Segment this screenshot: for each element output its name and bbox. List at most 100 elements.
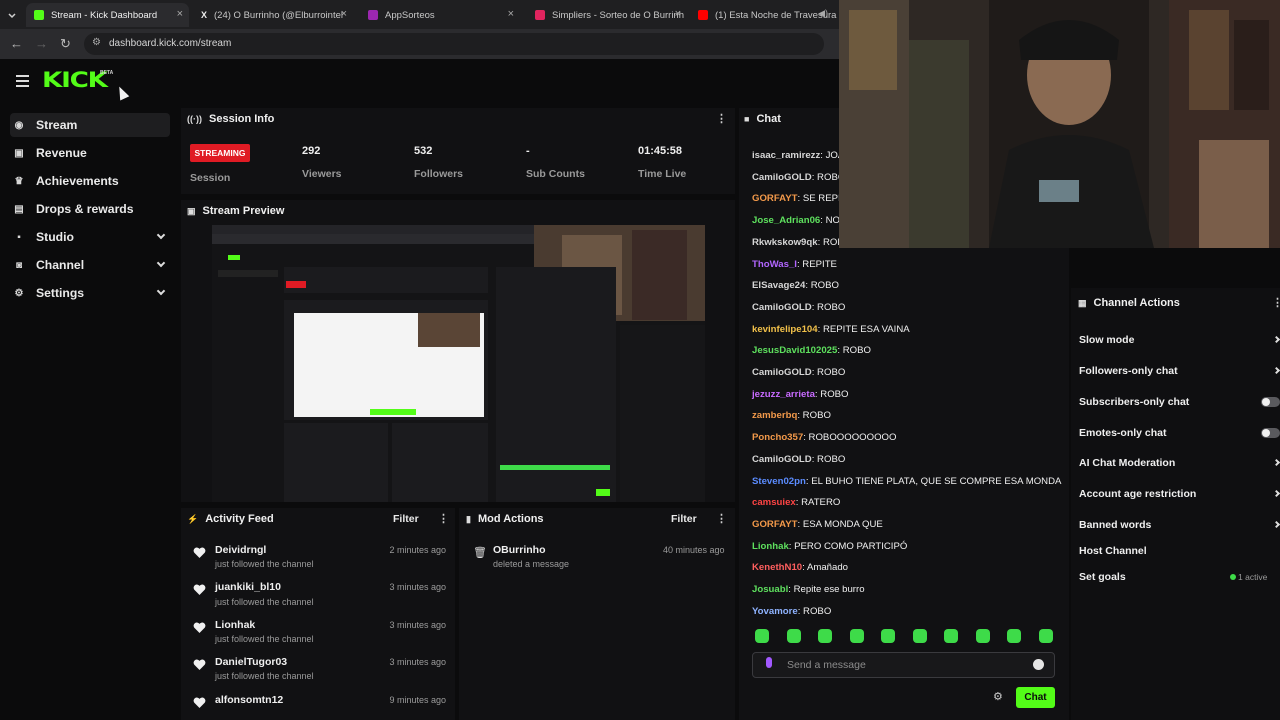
chat-username[interactable]: camsuiex	[752, 497, 796, 508]
browser-tab-appsorteos[interactable]: AppSorteos ×	[360, 3, 520, 27]
chat-username[interactable]: zamberbq	[752, 410, 797, 421]
chat-username[interactable]: CamiloGOLD	[752, 454, 812, 465]
more-options-icon[interactable]: ⋮	[716, 512, 727, 525]
kick-logo[interactable]: KICK	[42, 68, 108, 92]
ai-moderation-setting[interactable]: AI Chat Moderation	[1079, 457, 1175, 469]
beta-label: BETA	[100, 70, 114, 76]
chat-message: ThoWas_I: REPITE	[752, 259, 837, 270]
more-options-icon[interactable]: ⋮	[716, 112, 727, 125]
close-icon[interactable]: ×	[675, 8, 681, 20]
account-age-setting[interactable]: Account age restriction	[1079, 488, 1196, 500]
panel-title: Channel Actions	[1093, 297, 1180, 309]
chat-username[interactable]: Josuabl	[752, 584, 788, 595]
sidebar-item-studio[interactable]: ▪ Studio	[10, 225, 170, 249]
emote-icon[interactable]	[881, 629, 895, 643]
chat-username[interactable]: Poncho357	[752, 432, 803, 443]
emote-icon[interactable]	[1038, 629, 1053, 643]
followers-only-setting[interactable]: Followers-only chat	[1079, 365, 1178, 377]
chat-text: ROBO	[820, 388, 849, 400]
channel-actions-panel	[1071, 288, 1280, 720]
emote-icon[interactable]	[912, 629, 927, 643]
send-chat-button[interactable]: Chat	[1016, 687, 1055, 708]
host-channel-setting[interactable]: Host Channel	[1079, 545, 1147, 557]
more-options-icon[interactable]: ⋮	[438, 512, 449, 525]
browser-tab-kick-dashboard[interactable]: Stream - Kick Dashboard ×	[26, 3, 189, 27]
chat-username[interactable]: isaac_ramirezz	[752, 150, 820, 161]
sidebar-item-settings[interactable]: ⚙ Settings	[10, 281, 170, 305]
panel-title: Chat	[756, 113, 781, 125]
emote-icon[interactable]	[786, 629, 801, 643]
more-options-icon[interactable]: ⋮	[1272, 296, 1280, 309]
chat-username[interactable]: Jose_Adrian06	[752, 215, 820, 226]
address-bar[interactable]: ⚙ dashboard.kick.com/stream	[84, 33, 824, 55]
follow-time: 3 minutes ago	[389, 582, 446, 592]
sidebar-item-revenue[interactable]: ▣ Revenue	[10, 141, 170, 165]
chat-username[interactable]: Steven02pn	[752, 476, 806, 487]
chat-username[interactable]: KenethN10	[752, 562, 802, 573]
emote-icon[interactable]	[755, 629, 769, 643]
chat-username[interactable]: ThoWas_I	[752, 259, 797, 270]
moderator-name[interactable]: OBurrinho	[493, 544, 546, 556]
emote-icon[interactable]	[1007, 629, 1021, 643]
browser-tab-youtube[interactable]: (1) Esta Noche de Travesura ◀)	[690, 3, 838, 27]
chat-text: ROBO	[817, 367, 846, 378]
mod-filter-button[interactable]: Filter	[671, 513, 697, 525]
slow-mode-setting[interactable]: Slow mode	[1079, 334, 1134, 346]
chat-username[interactable]: Rkwkskow9qk	[752, 237, 818, 248]
browser-tab-simpliers[interactable]: Simpliers - Sorteo de O Burrinh ×	[527, 3, 687, 27]
chat-username[interactable]: GORFAYT	[752, 193, 798, 204]
gear-icon[interactable]: ⚙	[993, 690, 1003, 703]
chat-username[interactable]: CamiloGOLD	[752, 367, 812, 378]
emotes-only-toggle[interactable]	[1261, 428, 1280, 438]
chevron-down-icon[interactable]	[156, 230, 166, 240]
chevron-down-icon[interactable]	[156, 286, 166, 296]
sidebar-item-drops[interactable]: ▤ Drops & rewards	[10, 197, 170, 221]
speaker-icon[interactable]: ◀)	[818, 8, 828, 19]
sidebar-item-channel[interactable]: ◙ Channel	[10, 253, 170, 277]
emote-icon[interactable]	[944, 629, 958, 643]
sidebar-item-achievements[interactable]: ♛ Achievements	[10, 169, 170, 193]
chat-username[interactable]: jezuzz_arrieta	[752, 389, 815, 400]
banned-words-setting[interactable]: Banned words	[1079, 519, 1151, 531]
panel-title: Mod Actions	[477, 513, 544, 525]
emoji-icon[interactable]	[1033, 659, 1044, 670]
chat-username[interactable]: CamiloGOLD	[752, 172, 812, 183]
emote-icon[interactable]	[975, 629, 990, 643]
site-settings-icon[interactable]: ⚙	[92, 37, 101, 48]
activity-filter-button[interactable]: Filter	[393, 513, 419, 525]
stream-preview-video[interactable]	[212, 225, 705, 502]
browser-tab-x[interactable]: X (24) O Burrinho (@Elburrointel ×	[193, 3, 353, 27]
simpliers-favicon-icon	[535, 10, 545, 20]
chat-username[interactable]: Lionhak	[752, 541, 789, 552]
chat-text: ESA MONDA QUE	[802, 518, 883, 530]
chat-username[interactable]: ElSavage24	[752, 280, 805, 291]
chat-username[interactable]: kevinfelipe104	[752, 324, 818, 335]
menu-icon[interactable]	[16, 75, 29, 87]
subscribers-only-toggle[interactable]	[1261, 397, 1280, 407]
close-icon[interactable]: ×	[341, 8, 347, 20]
chevron-down-icon[interactable]	[156, 258, 166, 268]
chat-username[interactable]: JesusDavid102025	[752, 345, 837, 356]
emote-icon[interactable]	[818, 629, 832, 643]
chat-username[interactable]: CamiloGOLD	[752, 302, 812, 313]
set-goals-setting[interactable]: Set goals	[1079, 571, 1126, 583]
sidebar-item-label: Studio	[36, 230, 74, 244]
chat-message: GORFAYT: ESA MONDA QUE	[752, 519, 883, 530]
sidebar-item-stream[interactable]: ◉ Stream	[10, 113, 170, 137]
tab-list-chevron-icon[interactable]	[7, 8, 17, 19]
follower-name[interactable]: juankiki_bl10	[215, 581, 281, 593]
close-icon[interactable]: ×	[508, 8, 514, 20]
follower-name[interactable]: alfonsomtn12	[215, 694, 283, 706]
chat-username[interactable]: GORFAYT	[752, 519, 798, 530]
follower-name[interactable]: DanielTugor03	[215, 656, 287, 668]
emote-icon[interactable]	[849, 629, 864, 643]
forward-icon[interactable]: →	[35, 36, 48, 51]
reload-icon[interactable]: ↻	[60, 36, 71, 52]
follower-name[interactable]: Lionhak	[215, 619, 255, 631]
close-icon[interactable]: ×	[177, 8, 183, 20]
follower-name[interactable]: Deividrngl	[215, 544, 266, 556]
back-icon[interactable]: ←	[10, 36, 23, 51]
chat-username[interactable]: Yovamore	[752, 606, 798, 617]
mic-icon[interactable]	[766, 657, 772, 668]
heart-icon	[193, 622, 206, 633]
